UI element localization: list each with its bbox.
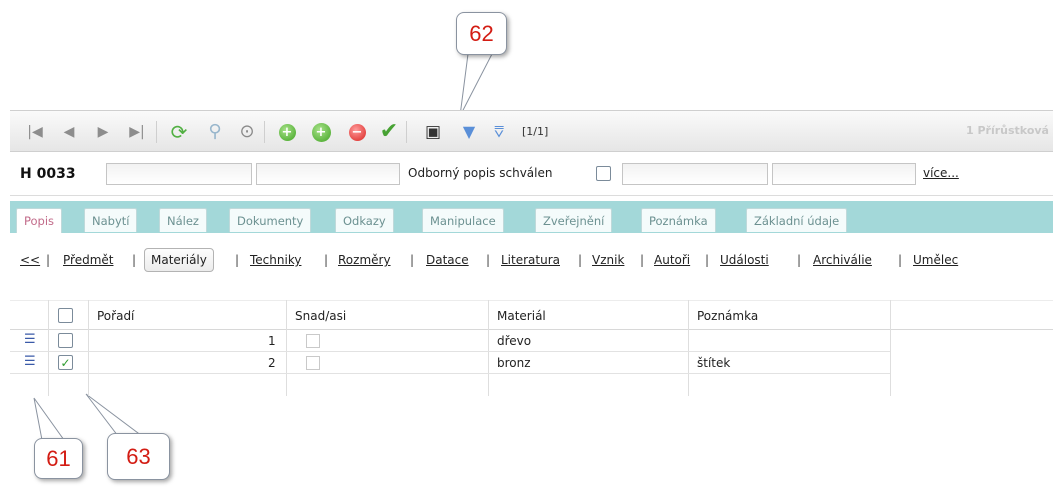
add-icon[interactable]: + <box>276 121 298 143</box>
add-copy-icon[interactable]: + <box>310 121 332 143</box>
callout-62-pointer <box>459 53 493 117</box>
column-header-snad-asi[interactable]: Snad/asi <box>295 309 346 323</box>
row-order: 1 <box>268 334 276 348</box>
table-row[interactable]: ☰ ✓ 2 bronz štítek <box>10 352 890 374</box>
tab-dokumenty[interactable]: Dokumenty <box>229 208 312 232</box>
callout-62: 62 <box>456 12 507 55</box>
row-menu-icon[interactable]: ☰ <box>24 333 36 346</box>
search-icon[interactable]: ⚲ <box>204 121 226 143</box>
row-material: bronz <box>497 356 531 370</box>
record-field-2[interactable] <box>256 163 400 185</box>
next-record-icon[interactable]: ▶ <box>92 121 114 143</box>
toolbar-separator <box>156 121 157 143</box>
record-field-3[interactable] <box>622 163 768 185</box>
filter-clear-icon[interactable]: ⩢ <box>488 121 510 143</box>
subnav-separator: | <box>640 253 645 267</box>
subnav-separator: | <box>898 253 903 267</box>
record-field-1[interactable] <box>106 163 252 185</box>
toolbar-separator <box>264 121 265 143</box>
row-checkbox-checked[interactable]: ✓ <box>58 355 73 370</box>
toolbar-separator <box>406 121 407 143</box>
subnav-separator: | <box>132 253 137 267</box>
subnav-item-vznik[interactable]: Vznik <box>592 253 624 267</box>
subnav-item-predmet[interactable]: Předmět <box>63 253 113 267</box>
filter-icon[interactable]: ▼ <box>458 121 480 143</box>
row-uncertain-checkbox[interactable] <box>306 334 320 348</box>
tab-zakladni-udaje[interactable]: Základní údaje <box>746 208 848 232</box>
history-icon[interactable]: ⊙ <box>236 121 258 143</box>
subnav-separator: | <box>486 253 491 267</box>
subnav-item-autori[interactable]: Autoři <box>654 253 690 267</box>
row-note: štítek <box>697 356 731 370</box>
subnav-item-techniky[interactable]: Techniky <box>250 253 301 267</box>
approved-checkbox[interactable] <box>596 166 611 181</box>
tab-nalez[interactable]: Nález <box>159 208 207 232</box>
toolbar: |◀ ◀ ▶ ▶| ⟳ ⚲ ⊙ + + − ✔ ▣ ▼ ⩢ [1/1] 1 Př… <box>10 110 1053 152</box>
callout-61: 61 <box>34 438 83 479</box>
accession-book-label[interactable]: 1 Přírůstková <box>966 124 1049 137</box>
tab-odkazy[interactable]: Odkazy <box>335 208 394 232</box>
tab-popis[interactable]: Popis <box>16 208 63 233</box>
delete-icon[interactable]: − <box>346 121 368 143</box>
more-link[interactable]: více... <box>923 166 959 180</box>
tab-nabyti[interactable]: Nabytí <box>84 208 138 232</box>
print-icon[interactable]: ▣ <box>422 121 444 143</box>
first-record-icon[interactable]: |◀ <box>24 121 46 143</box>
subnav-item-rozmery[interactable]: Rozměry <box>338 253 391 267</box>
last-record-icon[interactable]: ▶| <box>126 121 148 143</box>
pager-label: [1/1] <box>522 125 549 138</box>
row-checkbox[interactable] <box>58 333 73 348</box>
callout-63: 63 <box>107 433 170 480</box>
subnav-item-umelec[interactable]: Umělec <box>913 253 958 267</box>
subnav-separator: | <box>797 253 802 267</box>
row-uncertain-checkbox[interactable] <box>306 356 320 370</box>
column-divider <box>890 300 891 396</box>
subnav-item-materialy[interactable]: Materiály <box>144 248 214 272</box>
row-material: dřevo <box>497 334 532 348</box>
subnav-separator: | <box>578 253 583 267</box>
tab-zverejneni[interactable]: Zveřejnění <box>535 208 613 232</box>
callout-63-pointer <box>85 393 144 437</box>
table-row[interactable]: ☰ 1 dřevo <box>10 330 890 352</box>
subnav-separator: | <box>235 253 240 267</box>
column-header-material[interactable]: Materiál <box>497 309 546 323</box>
subnav-back[interactable]: << <box>20 253 40 267</box>
confirm-icon[interactable]: ✔ <box>378 121 400 143</box>
prev-record-icon[interactable]: ◀ <box>58 121 80 143</box>
record-header: H 0033 Odborný popis schválen více... <box>10 152 1053 196</box>
column-header-poznamka[interactable]: Poznámka <box>697 309 758 323</box>
tab-poznamka[interactable]: Poznámka <box>641 208 716 232</box>
subnav-separator: | <box>705 253 710 267</box>
tab-manipulace[interactable]: Manipulace <box>422 208 504 232</box>
callout-pointers <box>33 53 493 441</box>
approved-label: Odborný popis schválen <box>408 166 553 180</box>
subnav-item-udalosti[interactable]: Události <box>720 253 769 267</box>
subnav-separator: | <box>410 253 415 267</box>
subnav-item-literatura[interactable]: Literatura <box>501 253 560 267</box>
subnav-item-archivalie[interactable]: Archiválie <box>813 253 872 267</box>
refresh-icon[interactable]: ⟳ <box>168 121 190 143</box>
record-field-4[interactable] <box>772 163 916 185</box>
row-menu-icon[interactable]: ☰ <box>24 355 36 368</box>
column-header-poradi[interactable]: Pořadí <box>97 309 134 323</box>
select-all-checkbox[interactable] <box>58 308 73 323</box>
grid-header: Pořadí Snad/asi Materiál Poznámka <box>10 300 1053 330</box>
tab-strip: Popis Nabytí Nález Dokumenty Odkazy Mani… <box>10 201 1053 233</box>
subnav-separator: | <box>46 253 51 267</box>
record-id: H 0033 <box>20 166 76 182</box>
row-order: 2 <box>268 356 276 370</box>
subnav-separator: | <box>324 253 329 267</box>
callout-61-pointer <box>33 397 65 441</box>
subnav-item-datace[interactable]: Datace <box>426 253 469 267</box>
